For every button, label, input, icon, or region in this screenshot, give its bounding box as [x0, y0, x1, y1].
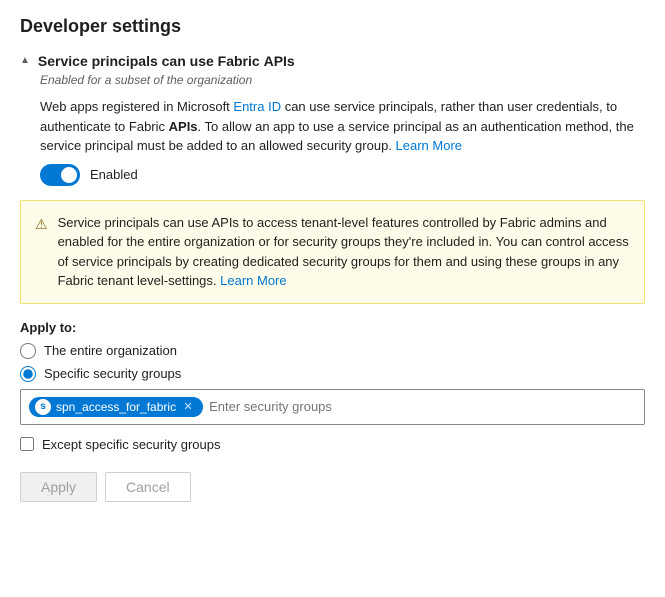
entra-id-link[interactable]: Entra ID [233, 99, 281, 114]
warning-box: ⚠ Service principals can use APIs to acc… [20, 200, 645, 304]
tag-spn-access: s spn_access_for_fabric ✕ [29, 397, 203, 417]
radio-entire-org-input[interactable] [20, 343, 36, 359]
radio-entire-org[interactable]: The entire organization [20, 343, 645, 359]
tag-text: spn_access_for_fabric [56, 400, 176, 414]
toggle-row: Enabled [40, 164, 645, 186]
section-container: ▲ Service principals can use Fabric APIs… [20, 53, 645, 502]
tag-close-button[interactable]: ✕ [181, 400, 195, 414]
security-groups-text-input[interactable] [209, 399, 636, 414]
warning-text: Service principals can use APIs to acces… [58, 213, 630, 291]
apply-to-label: Apply to: [20, 320, 645, 335]
radio-specific-groups-label: Specific security groups [44, 366, 181, 381]
toggle-label: Enabled [90, 167, 138, 182]
radio-specific-groups-input[interactable] [20, 366, 36, 382]
section-subtitle: Enabled for a subset of the organization [40, 73, 645, 87]
except-checkbox-row[interactable]: Except specific security groups [20, 437, 645, 452]
cancel-button[interactable]: Cancel [105, 472, 191, 502]
except-checkbox-label: Except specific security groups [42, 437, 220, 452]
except-checkbox-input[interactable] [20, 437, 34, 451]
radio-specific-groups[interactable]: Specific security groups [20, 366, 645, 382]
collapse-icon[interactable]: ▲ [20, 55, 30, 66]
learn-more-link-2[interactable]: Learn More [220, 273, 286, 288]
warning-icon: ⚠ [35, 214, 48, 291]
radio-entire-org-label: The entire organization [44, 343, 177, 358]
page-title: Developer settings [20, 16, 645, 37]
button-row: Apply Cancel [20, 472, 645, 502]
security-groups-input[interactable]: s spn_access_for_fabric ✕ [20, 389, 645, 425]
section-title: Service principals can use Fabric APIs [38, 53, 295, 69]
apply-button[interactable]: Apply [20, 472, 97, 502]
section-description: Web apps registered in Microsoft Entra I… [40, 97, 645, 156]
tag-avatar: s [35, 399, 51, 415]
enabled-toggle[interactable] [40, 164, 80, 186]
learn-more-link-1[interactable]: Learn More [396, 138, 462, 153]
